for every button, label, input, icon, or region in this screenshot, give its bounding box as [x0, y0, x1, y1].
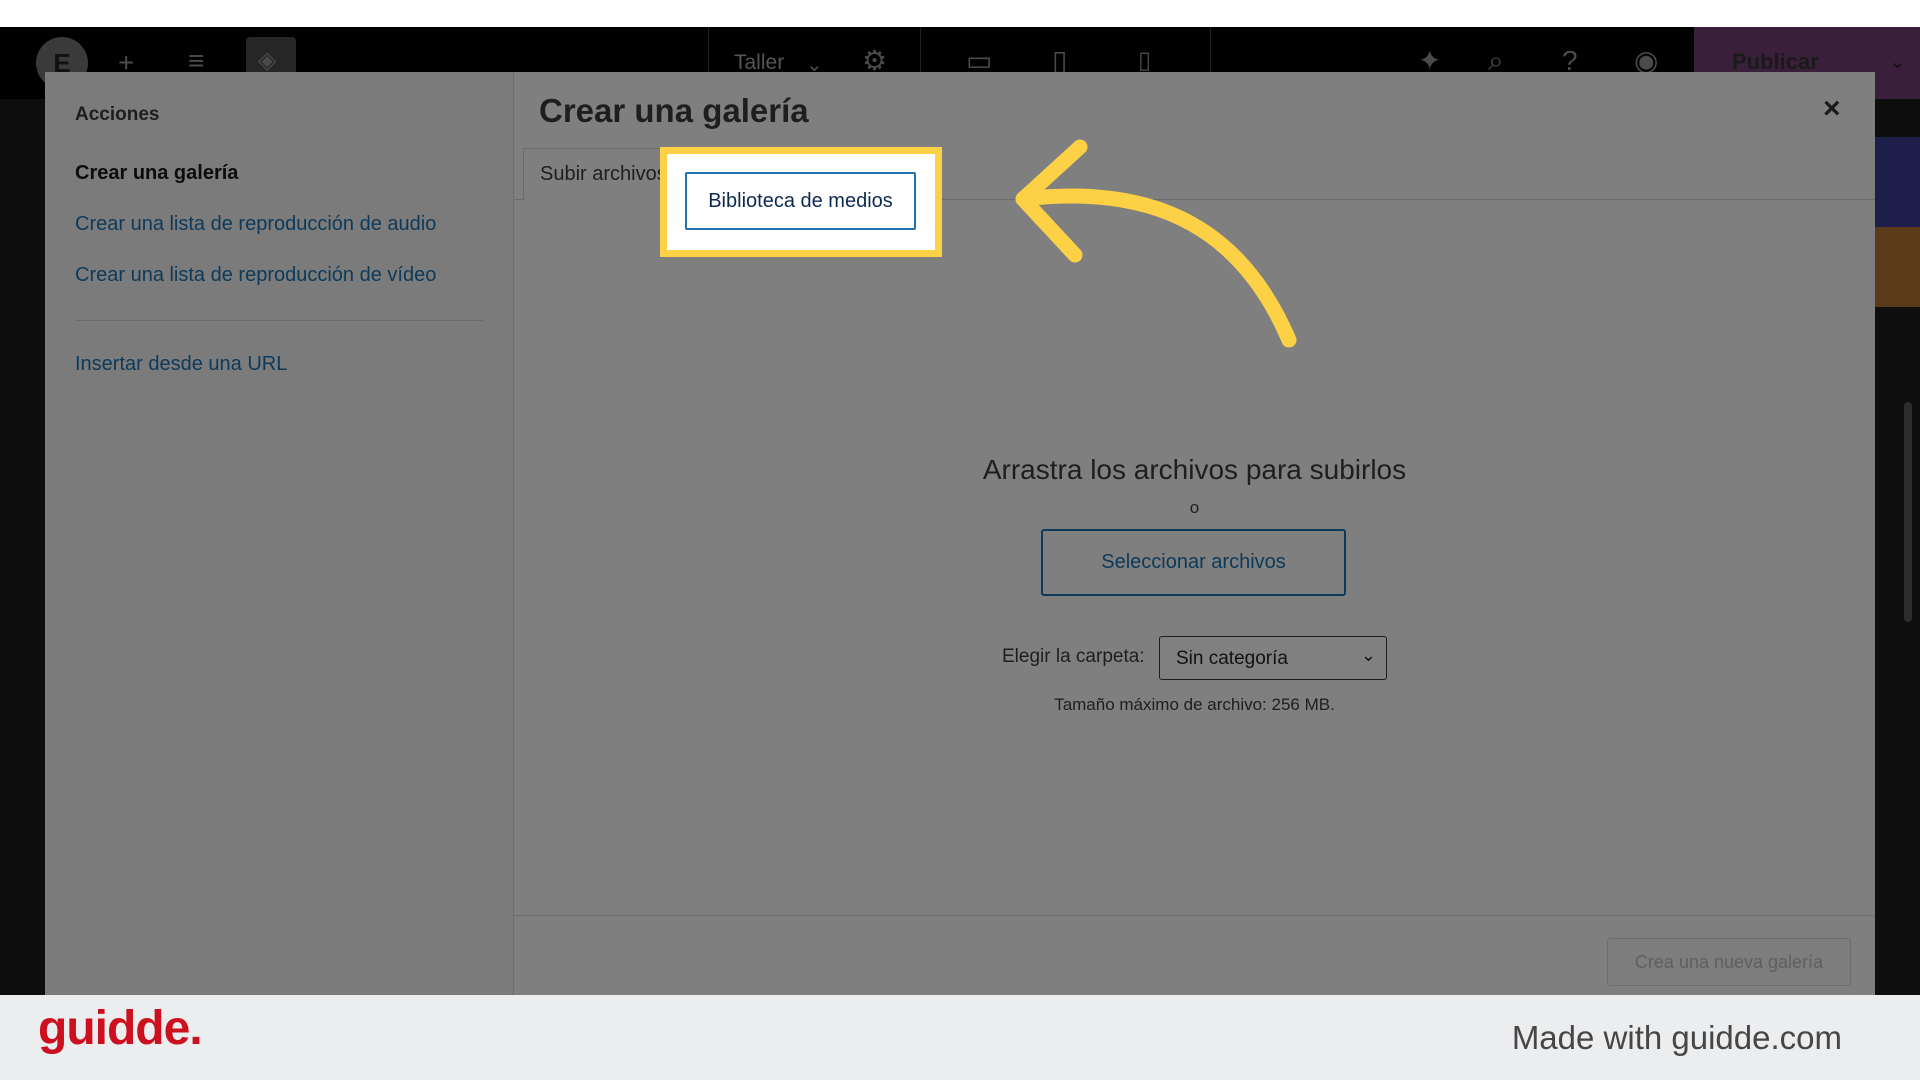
- uploader-or: o: [1189, 498, 1200, 517]
- folder-select[interactable]: Sin categoría ⌄: [1159, 636, 1387, 680]
- max-upload-size: Tamaño máximo de archivo: 256 MB.: [1054, 695, 1335, 714]
- frame-title: Crear una galería: [539, 92, 809, 129]
- menu-item-insert-from-url[interactable]: Insertar desde una URL: [75, 353, 287, 376]
- menu-item-create-audio-playlist[interactable]: Crear una lista de reproducción de audio: [75, 213, 436, 236]
- menu-separator: [75, 320, 483, 321]
- preview-eye-icon[interactable]: ◉: [1634, 47, 1658, 75]
- page-settings-gear-icon[interactable]: ⚙: [862, 47, 887, 75]
- folder-label: Elegir la carpeta:: [1002, 646, 1145, 667]
- layers-icon: ◈: [258, 47, 277, 74]
- media-modal: Acciones Crear una galería Crear una lis…: [45, 72, 1875, 995]
- close-icon[interactable]: ×: [1823, 94, 1841, 124]
- create-gallery-button[interactable]: Crea una nueva galería: [1607, 938, 1851, 986]
- tab-upload-files-label: Subir archivos: [540, 163, 667, 185]
- settings-sliders-icon[interactable]: ≡: [188, 47, 204, 75]
- preview-scrollbar[interactable]: [1904, 402, 1912, 622]
- media-menu: Acciones Crear una galería Crear una lis…: [45, 72, 514, 995]
- tab-media-library-label: Biblioteca de medios: [708, 190, 893, 212]
- folder-selected-value: Sin categoría: [1176, 648, 1288, 669]
- pointer-arrow-icon: [1015, 139, 1297, 348]
- guidde-logo: guidde.: [38, 1002, 203, 1055]
- preview-area: [1875, 307, 1920, 995]
- tab-media-library[interactable]: Biblioteca de medios: [685, 172, 916, 230]
- help-icon[interactable]: ?: [1562, 47, 1578, 75]
- notifications-icon[interactable]: ✦: [1418, 47, 1441, 75]
- toolbar-divider: [514, 915, 1875, 916]
- chevron-down-icon[interactable]: ⌄: [1889, 49, 1906, 74]
- preview-area: [1875, 137, 1920, 227]
- menu-item-create-video-playlist[interactable]: Crear una lista de reproducción de vídeo: [75, 264, 436, 287]
- search-icon[interactable]: ⌕: [1488, 47, 1504, 75]
- menu-heading: Acciones: [75, 104, 160, 125]
- app-stage: E + ≡ ◈ Taller ⌄ ⚙ ▭ ▯ ▯ ✦ ⌕ ? ◉ Publica…: [0, 27, 1920, 995]
- menu-item-create-gallery[interactable]: Crear una galería: [75, 162, 238, 185]
- desktop-icon[interactable]: ▭: [966, 47, 992, 75]
- select-files-button[interactable]: Seleccionar archivos: [1041, 529, 1346, 596]
- preview-area: [1875, 227, 1920, 307]
- uploader-instructions: Arrastra los archivos para subirlos: [982, 454, 1407, 485]
- chevron-down-icon: ⌄: [1360, 645, 1376, 665]
- mobile-icon[interactable]: ▯: [1138, 47, 1151, 75]
- made-with-text: Made with guidde.com: [1511, 1019, 1842, 1056]
- tablet-icon[interactable]: ▯: [1052, 47, 1067, 75]
- footer-bar: guidde. Made with guidde.com: [0, 995, 1920, 1080]
